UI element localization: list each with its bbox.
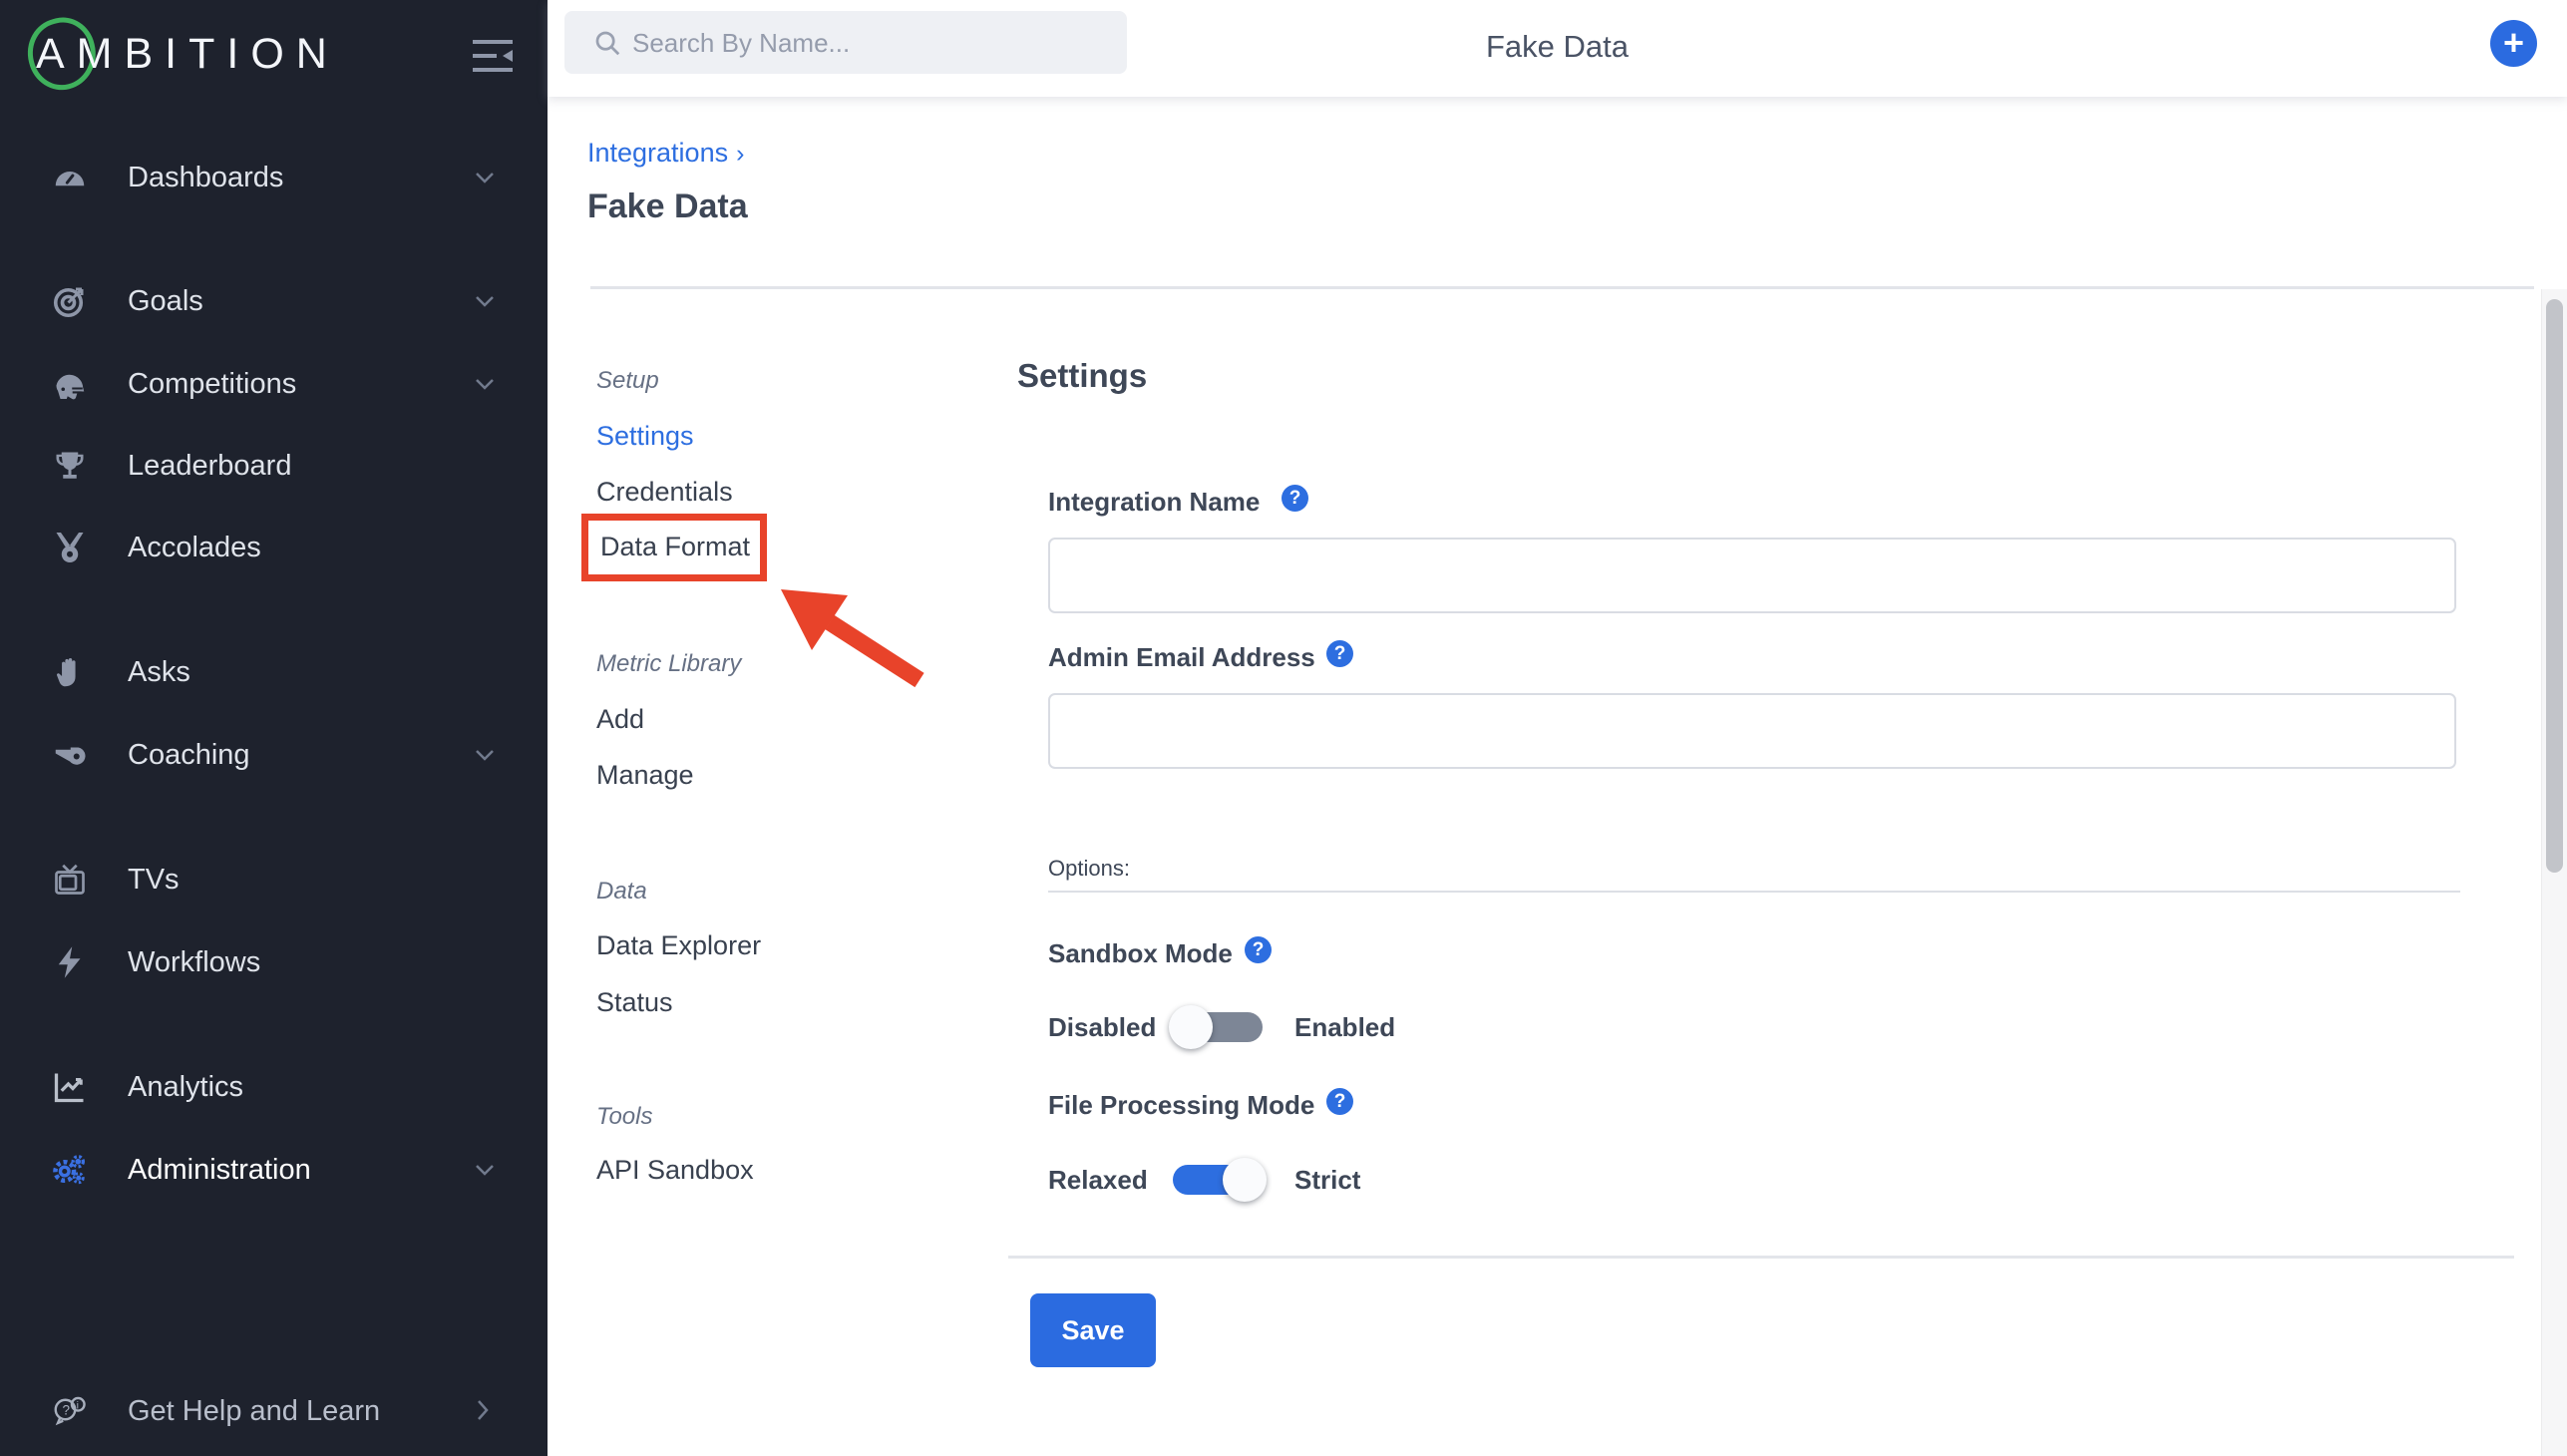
sidebar-item-tvs[interactable]: TVs bbox=[0, 860, 548, 904]
page-title: Fake Data bbox=[587, 187, 748, 226]
search-icon bbox=[592, 28, 622, 58]
breadcrumb-separator: › bbox=[736, 140, 744, 168]
subnav-item-status[interactable]: Status bbox=[596, 987, 673, 1018]
sidebar-item-label: Administration bbox=[128, 1150, 311, 1190]
subnav-item-credentials[interactable]: Credentials bbox=[596, 477, 733, 508]
subnav-item-data-explorer[interactable]: Data Explorer bbox=[596, 930, 761, 961]
sidebar-item-workflows[interactable]: Workflows bbox=[0, 942, 548, 986]
sidebar-item-coaching[interactable]: Coaching bbox=[0, 735, 548, 779]
breadcrumb-link[interactable]: Integrations bbox=[587, 138, 728, 168]
sandbox-mode-help-icon[interactable]: ? bbox=[1245, 936, 1272, 963]
sandbox-off-label: Disabled bbox=[1048, 1012, 1156, 1043]
svg-text:i: i bbox=[77, 1400, 79, 1412]
subnav-heading-data: Data bbox=[596, 878, 647, 906]
help-bubbles-icon: ?i bbox=[52, 1393, 88, 1429]
chevron-down-icon bbox=[473, 1160, 497, 1180]
scrollbar-track[interactable] bbox=[2541, 289, 2567, 1456]
chevron-down-icon bbox=[473, 291, 497, 311]
logo: AMBITION bbox=[36, 22, 515, 86]
search-input[interactable] bbox=[630, 11, 1113, 76]
sidebar-item-label: Coaching bbox=[128, 735, 250, 775]
sidebar-item-asks[interactable]: Asks bbox=[0, 652, 548, 696]
scrollbar-thumb[interactable] bbox=[2546, 299, 2563, 873]
target-icon bbox=[52, 283, 88, 319]
svg-text:?: ? bbox=[63, 1403, 71, 1418]
form-divider bbox=[1008, 1256, 2514, 1259]
sidebar-item-label: Goals bbox=[128, 281, 203, 321]
chevron-right-icon bbox=[473, 1397, 497, 1417]
chevron-down-icon bbox=[473, 374, 497, 394]
subnav-item-add[interactable]: Add bbox=[596, 704, 644, 735]
subnav-item-api-sandbox[interactable]: API Sandbox bbox=[596, 1155, 754, 1186]
section-heading-settings: Settings bbox=[1017, 357, 1147, 395]
line-chart-icon bbox=[52, 1069, 88, 1105]
sidebar-item-get-help[interactable]: ?i Get Help and Learn bbox=[0, 1391, 548, 1435]
sidebar-item-analytics[interactable]: Analytics bbox=[0, 1067, 548, 1111]
trophy-icon bbox=[52, 448, 88, 484]
gears-icon bbox=[52, 1152, 88, 1188]
subnav-item-manage[interactable]: Manage bbox=[596, 760, 694, 791]
topbar: Fake Data + bbox=[548, 0, 2567, 97]
sidebar-item-administration[interactable]: Administration bbox=[0, 1150, 548, 1194]
integration-name-input[interactable] bbox=[1048, 538, 2456, 613]
subnav-heading-tools: Tools bbox=[596, 1103, 652, 1131]
annotation-arrow bbox=[768, 573, 937, 698]
hand-icon bbox=[52, 654, 88, 690]
medal-icon bbox=[52, 530, 88, 565]
toggle-knob bbox=[1169, 1005, 1213, 1049]
sidebar-item-leaderboard[interactable]: Leaderboard bbox=[0, 446, 548, 490]
whistle-icon bbox=[52, 737, 88, 773]
toggle-knob bbox=[1223, 1158, 1267, 1202]
integration-name-label: Integration Name bbox=[1048, 487, 1260, 518]
header-divider bbox=[590, 286, 2534, 289]
chevron-down-icon bbox=[473, 745, 497, 765]
options-divider bbox=[1048, 891, 2460, 893]
helmet-icon bbox=[52, 366, 88, 402]
sidebar-item-label: TVs bbox=[128, 860, 180, 900]
app-window: AMBITION Dashboards Goals bbox=[0, 0, 2567, 1456]
sandbox-mode-toggle[interactable] bbox=[1173, 1012, 1263, 1042]
sidebar-item-accolades[interactable]: Accolades bbox=[0, 528, 548, 571]
sidebar-item-label: Workflows bbox=[128, 942, 260, 982]
admin-email-help-icon[interactable]: ? bbox=[1326, 640, 1353, 667]
sidebar-item-label: Accolades bbox=[128, 528, 261, 567]
annotation-highlight-box bbox=[581, 514, 767, 581]
sidebar-item-competitions[interactable]: Competitions bbox=[0, 364, 548, 408]
sidebar-item-label: Dashboards bbox=[128, 158, 283, 197]
save-button[interactable]: Save bbox=[1030, 1293, 1156, 1367]
integration-name-help-icon[interactable]: ? bbox=[1282, 485, 1308, 512]
sidebar-collapse-icon[interactable] bbox=[469, 34, 517, 78]
file-processing-off-label: Relaxed bbox=[1048, 1165, 1148, 1196]
admin-email-label: Admin Email Address bbox=[1048, 642, 1315, 673]
add-button[interactable]: + bbox=[2490, 20, 2537, 67]
bolt-icon bbox=[52, 944, 88, 980]
sidebar-item-label: Get Help and Learn bbox=[128, 1391, 380, 1431]
sidebar-item-label: Leaderboard bbox=[128, 446, 291, 486]
tv-icon bbox=[52, 862, 88, 898]
chevron-down-icon bbox=[473, 168, 497, 187]
subnav-heading-setup: Setup bbox=[596, 367, 659, 395]
sandbox-mode-label: Sandbox Mode bbox=[1048, 938, 1233, 969]
sidebar-item-goals[interactable]: Goals bbox=[0, 281, 548, 325]
file-processing-on-label: Strict bbox=[1294, 1165, 1360, 1196]
sidebar-item-label: Competitions bbox=[128, 364, 296, 404]
sidebar-item-label: Asks bbox=[128, 652, 190, 692]
subnav-item-settings[interactable]: Settings bbox=[596, 421, 694, 452]
breadcrumb[interactable]: Integrations › bbox=[587, 138, 744, 169]
subnav-heading-metric-library: Metric Library bbox=[596, 650, 741, 678]
file-processing-mode-label: File Processing Mode bbox=[1048, 1090, 1314, 1121]
admin-email-input[interactable] bbox=[1048, 693, 2456, 769]
sidebar-item-label: Analytics bbox=[128, 1067, 243, 1107]
gauge-icon bbox=[52, 160, 88, 195]
file-processing-mode-toggle[interactable] bbox=[1173, 1165, 1263, 1195]
sidebar: AMBITION Dashboards Goals bbox=[0, 0, 548, 1456]
sandbox-on-label: Enabled bbox=[1294, 1012, 1395, 1043]
sidebar-item-dashboards[interactable]: Dashboards bbox=[0, 158, 548, 201]
file-processing-help-icon[interactable]: ? bbox=[1326, 1088, 1353, 1115]
logo-wordmark: AMBITION bbox=[36, 30, 339, 79]
options-label: Options: bbox=[1048, 856, 1130, 882]
search-box[interactable] bbox=[564, 11, 1127, 74]
